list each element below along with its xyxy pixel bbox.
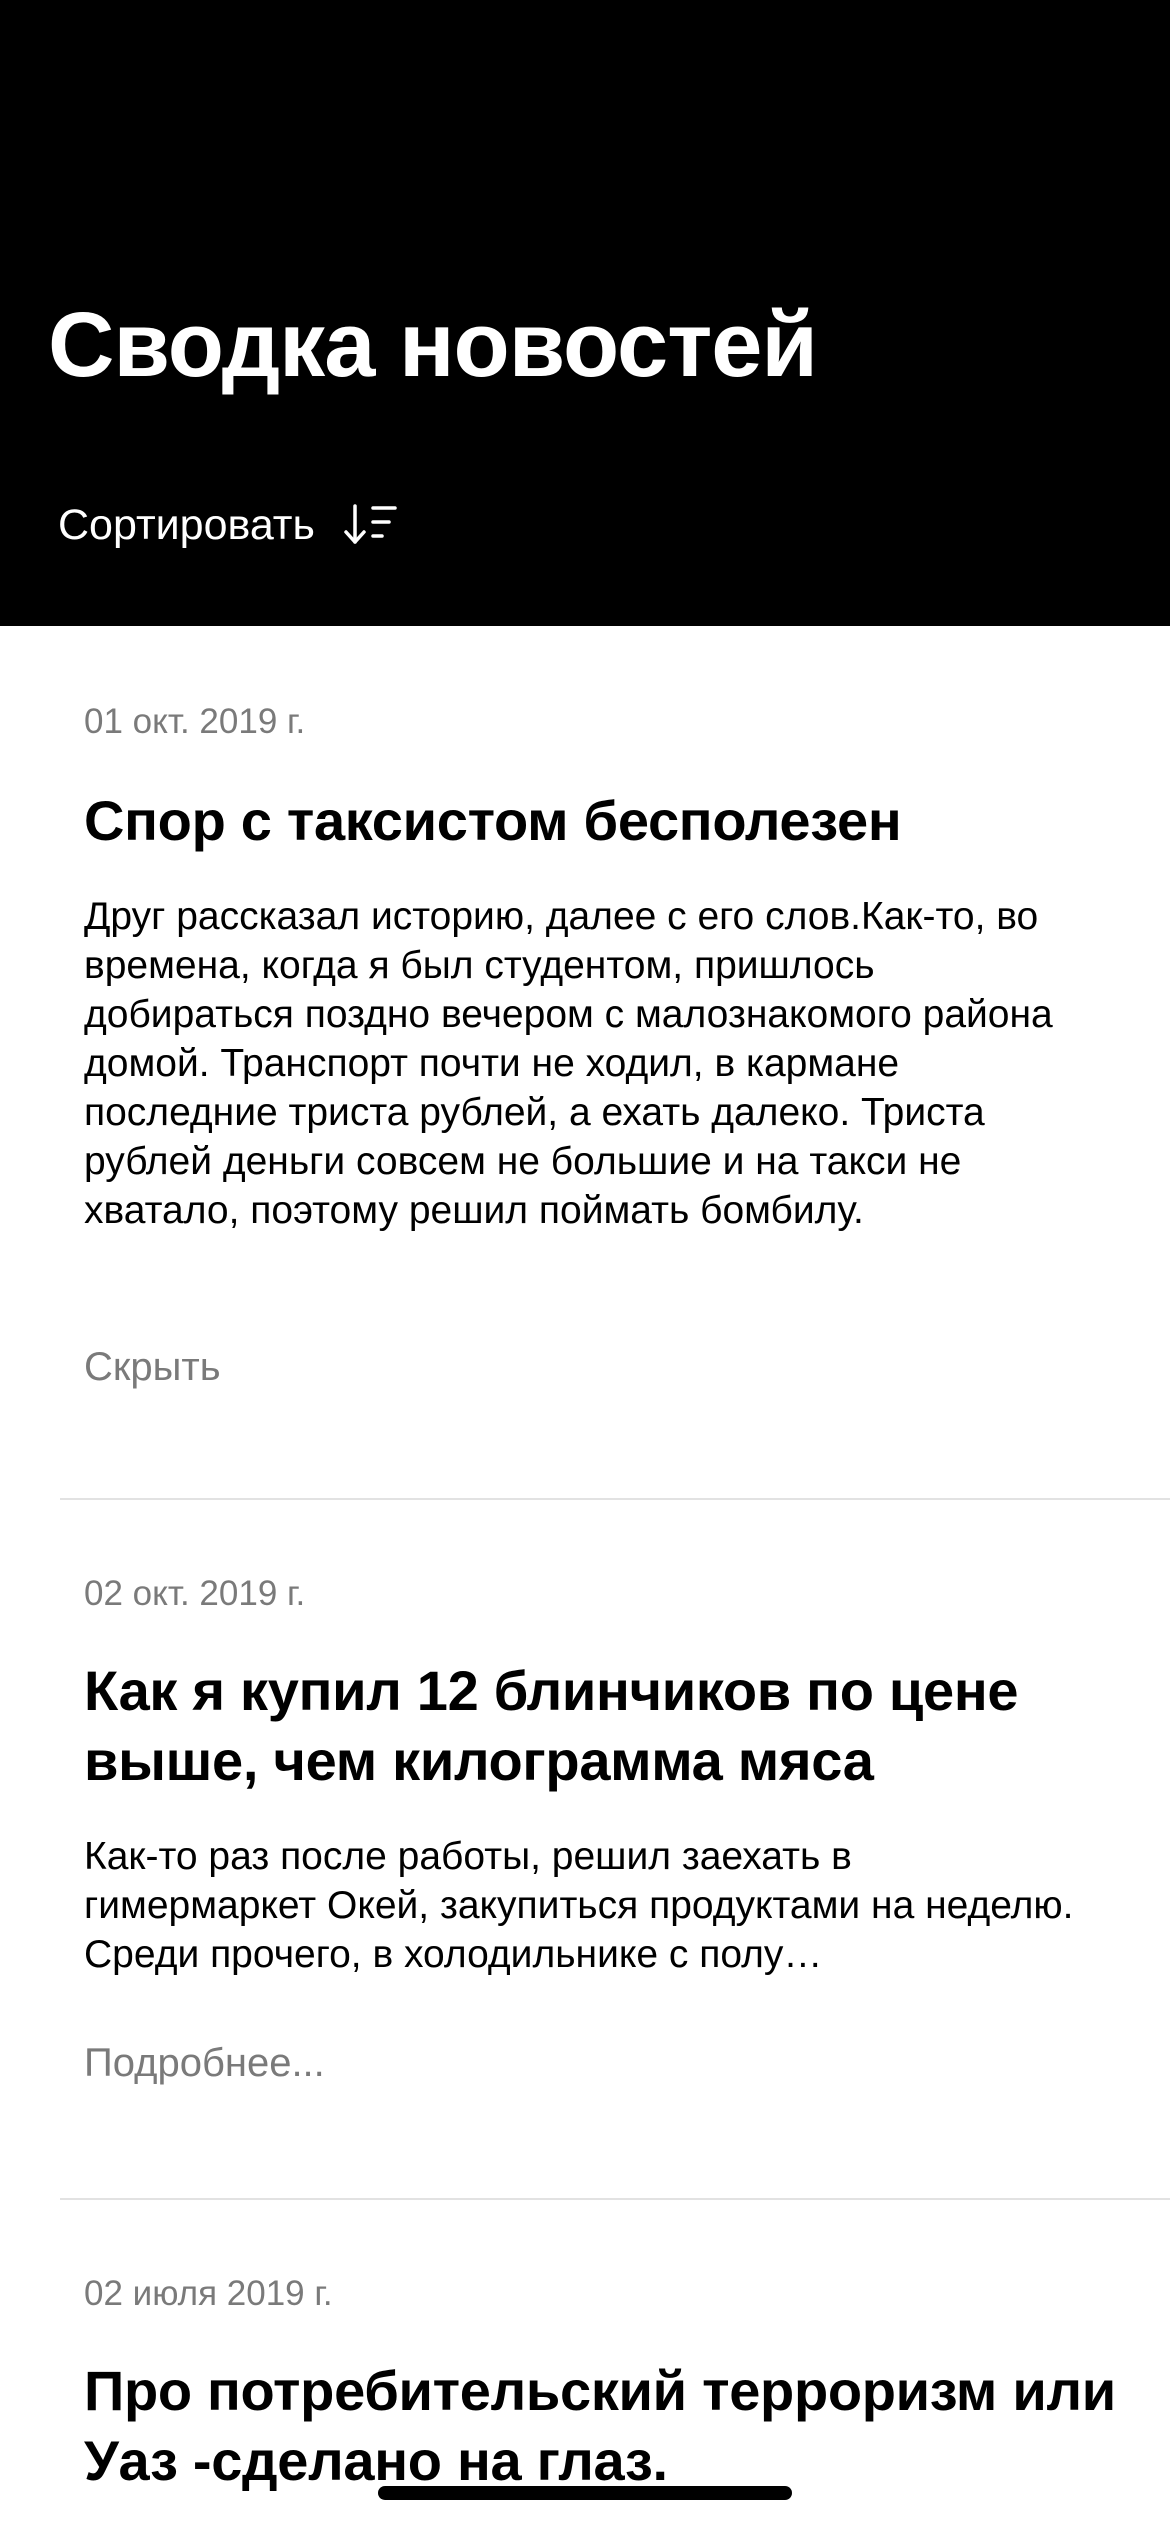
card-body: Друг рассказал историю, далее с его слов… [84, 895, 1053, 1232]
news-feed: 01 окт. 2019 г. Спор с таксистом бесполе… [0, 626, 1170, 2492]
news-card: 02 окт. 2019 г. Как я купил 12 блинчиков… [0, 1500, 1170, 2200]
sort-label: Сортировать [58, 501, 315, 549]
card-title[interactable]: Про потребительский терроризм или Уаз -с… [84, 2356, 1130, 2496]
card-body: Как-то раз после работы, решил заехать в… [84, 1835, 1074, 1976]
card-date: 02 июля 2019 г. [84, 2274, 333, 2313]
sort-button[interactable]: Сортировать [58, 495, 403, 555]
page-title: Сводка новостей [48, 294, 818, 396]
card-date: 02 окт. 2019 г. [84, 1574, 306, 1613]
sort-descending-icon [344, 504, 397, 544]
news-card: 02 июля 2019 г. Про потребительский терр… [0, 2200, 1170, 2532]
hide-button[interactable]: Скрыть [84, 1342, 221, 1392]
header: Сводка новостей Сортировать [0, 0, 1170, 626]
news-card: 01 окт. 2019 г. Спор с таксистом бесполе… [0, 626, 1170, 1500]
card-date: 01 окт. 2019 г. [84, 702, 306, 741]
read-more-button[interactable]: Подробнее... [84, 2038, 325, 2088]
card-title[interactable]: Спор с таксистом бесполезен [84, 786, 1110, 856]
card-title[interactable]: Как я купил 12 блинчиков по цене выше, ч… [84, 1656, 1110, 1796]
home-indicator[interactable] [378, 2486, 792, 2500]
